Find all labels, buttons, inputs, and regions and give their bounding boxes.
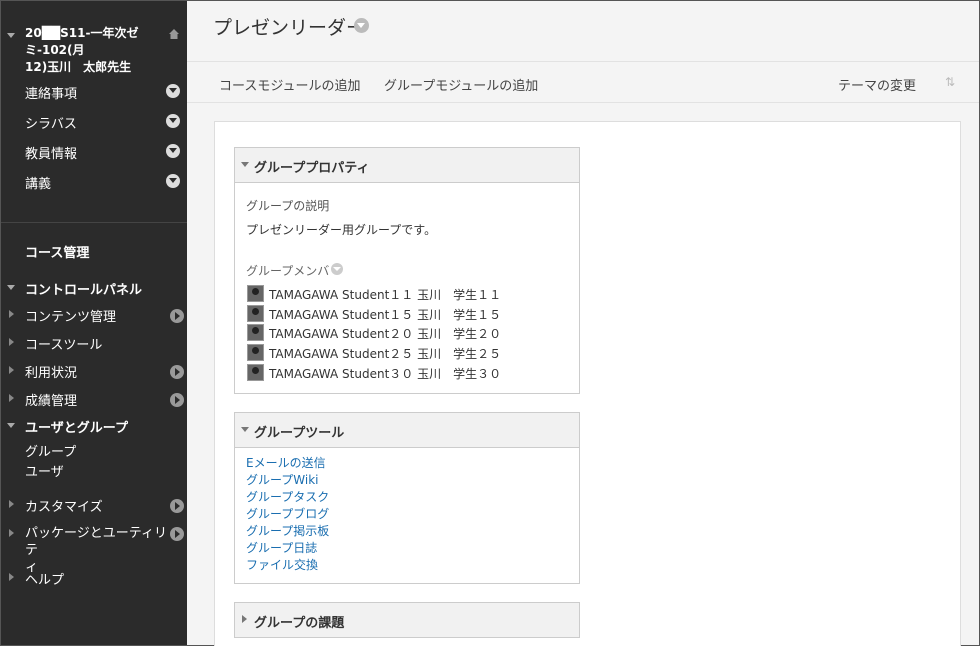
page-title: プレゼンリーダー — [213, 17, 366, 39]
sidebar-item-announcements[interactable]: 連絡事項 — [25, 83, 77, 102]
panel-item-help[interactable]: ヘルプ — [25, 569, 64, 588]
main-content-area: プレゼンリーダー コースモジュールの追加 グループモジュールの追加 テーマの変更… — [187, 1, 979, 646]
action-toolbar: コースモジュールの追加 グループモジュールの追加 テーマの変更 ⇅ — [187, 61, 979, 103]
arrow-right-icon[interactable] — [170, 499, 184, 513]
avatar — [247, 344, 264, 361]
course-sidebar: 20██S11-一年次ゼミ-102(月 12)玉川 太郎先生 連絡事項 シラバス… — [1, 1, 187, 645]
group-wiki-link[interactable]: グループWiki — [246, 471, 319, 488]
course-title-line2: 12)玉川 太郎先生 — [25, 60, 132, 74]
expand-customize-icon[interactable] — [9, 500, 14, 508]
member-name: TAMAGAWA Student３０ 玉川 学生３０ — [269, 367, 502, 381]
group-properties-title: グループプロパティ — [254, 161, 370, 176]
panel-item-content-management[interactable]: コンテンツ管理 — [25, 306, 116, 325]
home-icon[interactable] — [168, 28, 180, 40]
control-panel-heading[interactable]: コントロールパネル — [25, 279, 142, 298]
expand-help-icon[interactable] — [9, 573, 14, 581]
panel-item-course-tools[interactable]: コースツール — [25, 334, 102, 353]
expand-content-management-icon[interactable] — [9, 310, 14, 318]
group-journal-link[interactable]: グループ日誌 — [246, 539, 317, 556]
module-area: グループプロパティ グループの説明 プレゼンリーダー用グループです。 グループメ… — [214, 121, 961, 646]
sidebar-item-syllabus[interactable]: シラバス — [25, 113, 77, 132]
arrow-right-icon[interactable] — [170, 365, 184, 379]
avatar — [247, 285, 264, 302]
avatar — [247, 305, 264, 322]
panel-item-usage[interactable]: 利用状況 — [25, 362, 77, 381]
member-name: TAMAGAWA Student２５ 玉川 学生２５ — [269, 347, 502, 361]
expand-usage-icon[interactable] — [9, 366, 14, 374]
member-name: TAMAGAWA Student１１ 玉川 学生１１ — [269, 288, 502, 302]
sidebar-item-instructor-info[interactable]: 教員情報 — [25, 143, 77, 162]
panel-item-grade-center[interactable]: 成績管理 — [25, 390, 77, 409]
course-management-heading: コース管理 — [25, 246, 90, 261]
packages-label-line1: パッケージとユーティリテ — [25, 526, 167, 558]
group-description: プレゼンリーダー用グループです。 — [246, 223, 437, 237]
group-properties-header[interactable]: グループプロパティ — [235, 148, 579, 183]
member-name: TAMAGAWA Student１５ 玉川 学生１５ — [269, 308, 502, 322]
sidebar-item-lectures[interactable]: 講義 — [25, 173, 51, 192]
group-assignments-header[interactable]: グループの課題 — [235, 603, 579, 638]
group-description-label: グループの説明 — [246, 199, 330, 213]
group-assignments-module: グループの課題 — [234, 602, 580, 638]
panel-item-customize[interactable]: カスタマイズ — [25, 496, 103, 515]
avatar — [247, 364, 264, 381]
course-title[interactable]: 20██S11-一年次ゼミ-102(月 12)玉川 太郎先生 — [25, 25, 165, 76]
group-tools-module: グループツール Eメールの送信 グループWiki グループタスク グループブログ… — [234, 412, 580, 584]
group-tools-header[interactable]: グループツール — [235, 413, 579, 448]
chevron-down-icon[interactable] — [166, 174, 180, 188]
group-tasks-link[interactable]: グループタスク — [246, 488, 329, 505]
chevron-down-icon[interactable] — [166, 144, 180, 158]
chevron-down-icon[interactable] — [166, 114, 180, 128]
collapse-module-icon[interactable] — [241, 162, 249, 167]
group-assignments-title: グループの課題 — [254, 616, 345, 631]
change-theme-button[interactable]: テーマの変更 — [838, 75, 916, 94]
add-group-module-button[interactable]: グループモジュールの追加 — [384, 75, 538, 94]
course-menu-header: 20██S11-一年次ゼミ-102(月 12)玉川 太郎先生 連絡事項 シラバス… — [1, 1, 187, 223]
group-properties-module: グループプロパティ グループの説明 プレゼンリーダー用グループです。 グループメ… — [234, 147, 580, 394]
sidebar-item-groups[interactable]: グループ — [25, 441, 76, 460]
expand-packages-icon[interactable] — [9, 529, 14, 537]
email-link[interactable]: Eメールの送信 — [246, 454, 326, 471]
arrow-right-icon[interactable] — [170, 393, 184, 407]
add-course-module-button[interactable]: コースモジュールの追加 — [219, 75, 360, 94]
avatar — [247, 324, 264, 341]
file-exchange-link[interactable]: ファイル交換 — [246, 556, 318, 573]
group-tools-title: グループツール — [254, 426, 345, 441]
chevron-down-icon[interactable] — [166, 84, 180, 98]
group-blog-link[interactable]: グループブログ — [246, 505, 329, 522]
chevron-down-icon[interactable] — [354, 18, 369, 33]
chevron-down-icon[interactable] — [331, 263, 343, 275]
member-name: TAMAGAWA Student２０ 玉川 学生２０ — [269, 327, 502, 341]
expand-grade-center-icon[interactable] — [9, 394, 14, 402]
expand-module-icon[interactable] — [242, 615, 247, 623]
collapse-users-groups-icon[interactable] — [7, 423, 15, 428]
arrow-right-icon[interactable] — [170, 527, 184, 541]
reorder-icon[interactable]: ⇅ — [945, 75, 959, 89]
collapse-course-icon[interactable] — [7, 33, 15, 38]
users-and-groups-heading[interactable]: ユーザとグループ — [25, 417, 128, 436]
group-discussion-board-link[interactable]: グループ掲示板 — [246, 522, 329, 539]
expand-course-tools-icon[interactable] — [9, 338, 14, 346]
group-members-label: グループメンバ — [246, 264, 330, 278]
collapse-control-panel-icon[interactable] — [7, 285, 15, 290]
course-title-line1: 20██S11-一年次ゼミ-102(月 — [25, 26, 139, 57]
sidebar-item-users[interactable]: ユーザ — [25, 461, 64, 480]
arrow-right-icon[interactable] — [170, 309, 184, 323]
collapse-module-icon[interactable] — [241, 427, 249, 432]
